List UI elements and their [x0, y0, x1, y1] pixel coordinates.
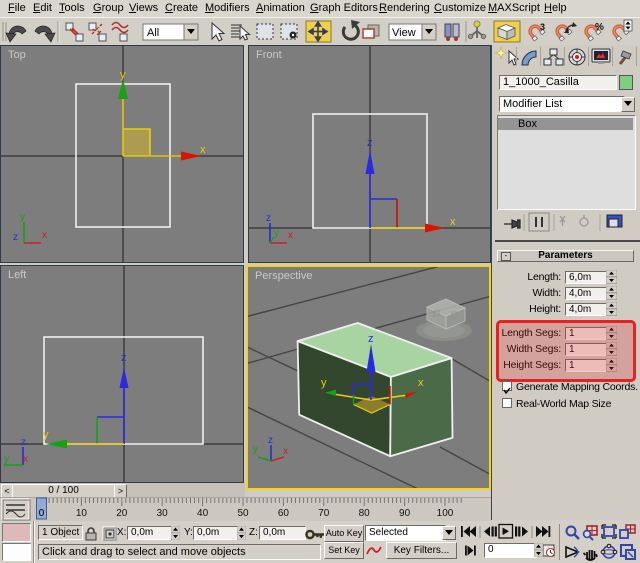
svg-text:3: 3 — [540, 22, 545, 32]
svg-text:%: % — [595, 22, 604, 33]
svg-text:z: z — [367, 137, 373, 149]
svg-text:z: z — [13, 232, 18, 243]
svg-text:y: y — [120, 69, 126, 81]
svg-text:x: x — [283, 446, 288, 457]
svg-text:y: y — [20, 212, 25, 223]
svg-text:100: 100 — [437, 508, 454, 519]
svg-text:View: View — [392, 27, 416, 39]
svg-text:z: z — [21, 437, 26, 448]
svg-text:All: All — [147, 27, 159, 39]
svg-text:40: 40 — [197, 508, 209, 519]
svg-text:z: z — [268, 435, 273, 446]
svg-text:80: 80 — [359, 508, 371, 519]
svg-text:y: y — [4, 454, 9, 465]
svg-text:60: 60 — [278, 508, 290, 519]
svg-text:x: x — [418, 377, 424, 389]
svg-text:20: 20 — [116, 508, 128, 519]
svg-text:y: y — [43, 429, 49, 441]
svg-text:x: x — [23, 454, 28, 465]
svg-text:y: y — [274, 228, 279, 239]
svg-text:z: z — [266, 213, 271, 224]
svg-text:y: y — [321, 377, 327, 389]
svg-text:x: x — [288, 230, 293, 241]
svg-text:70: 70 — [318, 508, 330, 519]
svg-text:y: y — [253, 444, 258, 455]
svg-text:0: 0 — [39, 508, 45, 519]
svg-text:z: z — [121, 352, 127, 364]
svg-text:x: x — [200, 144, 206, 156]
svg-text:10: 10 — [76, 508, 88, 519]
svg-text:90: 90 — [399, 508, 411, 519]
svg-text:x: x — [450, 216, 456, 228]
svg-text:x: x — [42, 230, 47, 241]
svg-text:50: 50 — [237, 508, 249, 519]
svg-text:z: z — [368, 333, 374, 345]
svg-text:30: 30 — [157, 508, 169, 519]
